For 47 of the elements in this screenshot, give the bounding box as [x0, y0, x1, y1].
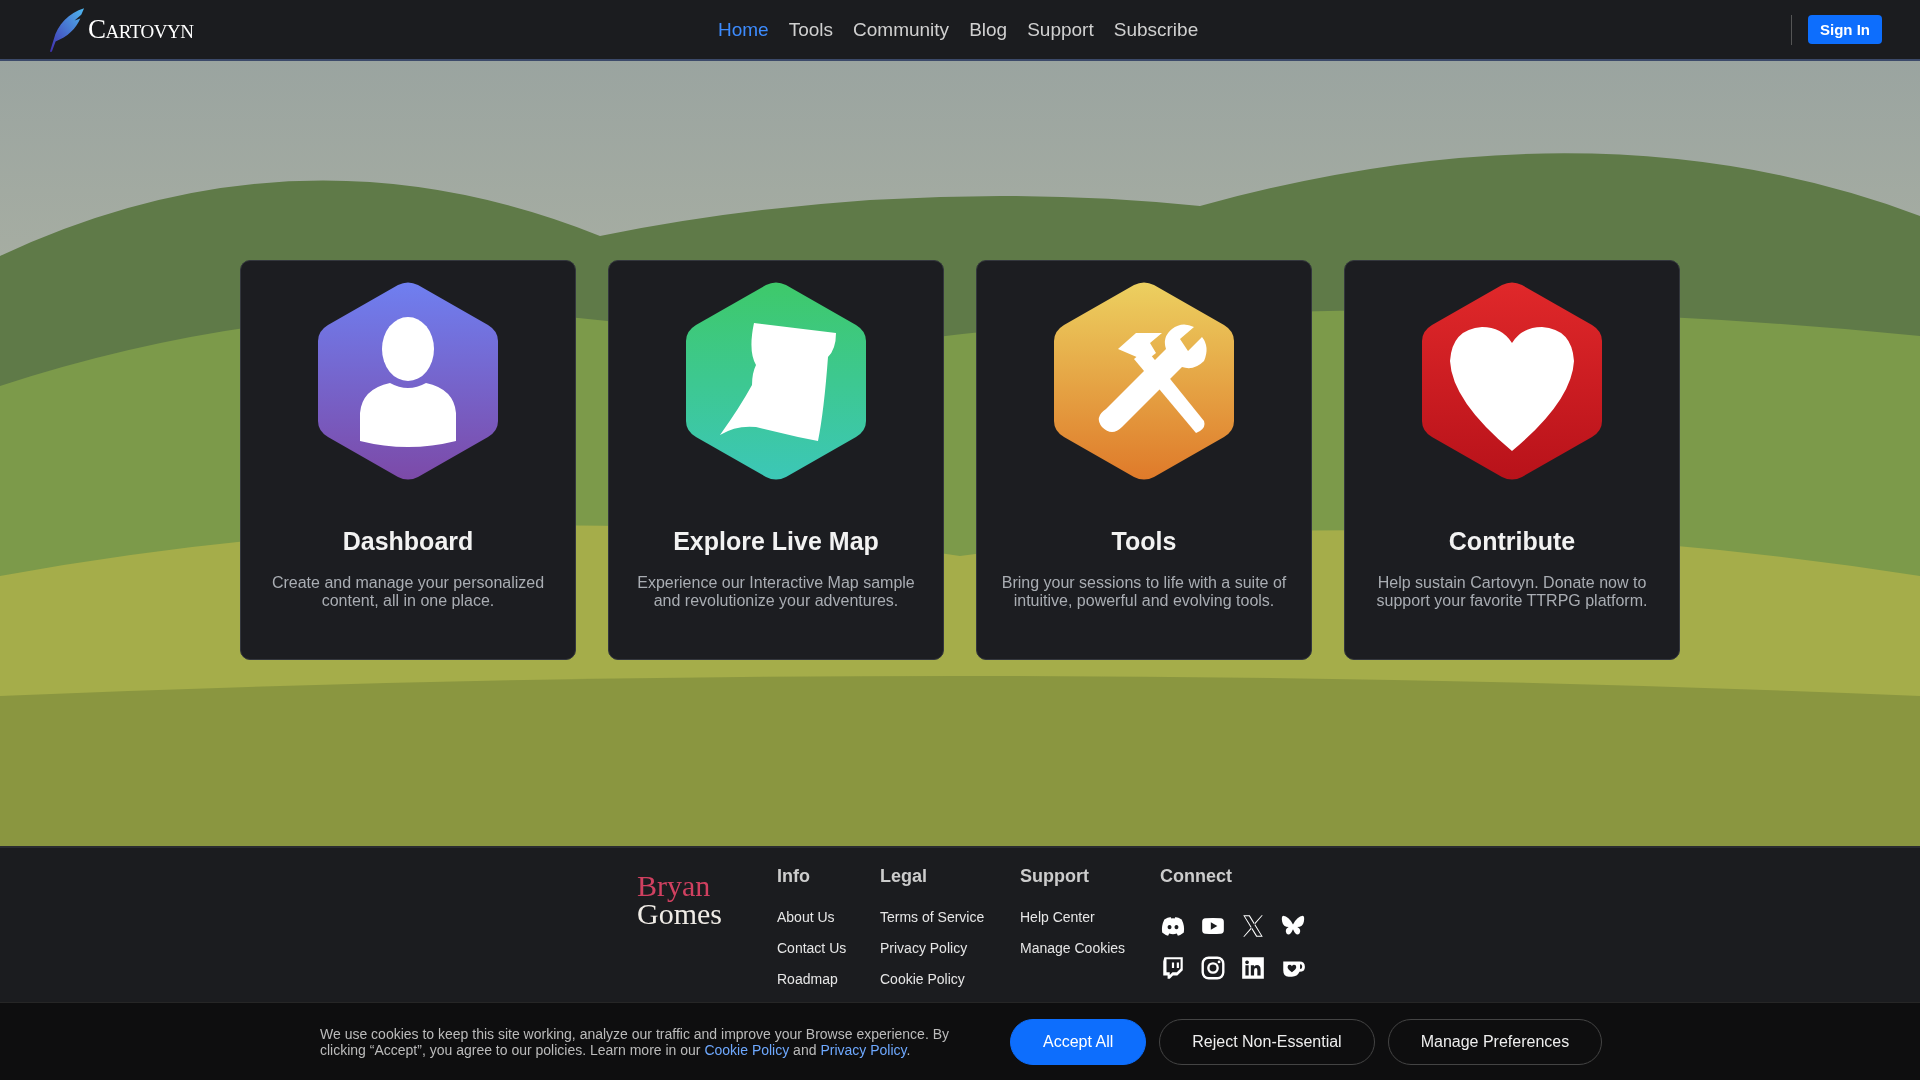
footer-heading: Support [1020, 866, 1090, 887]
feature-card[interactable]: Contribute Help sustain Cartovyn. Donate now to support your favorite TTRPG platform. [1344, 260, 1680, 661]
cookie-notice: We use cookies to keep this site working, analyze our traffic and improve your Browse experience. By clicking “Accept”, you agree to our policies. Learn more in our Cookie Policy and Privacy Policy. [320, 1025, 950, 1058]
footer-link[interactable]: Terms of Service [880, 909, 988, 925]
cartovyn-logo[interactable]: Cartovyn [48, 6, 194, 53]
nav-link[interactable]: Subscribe [1113, 19, 1199, 41]
feature-card[interactable]: Dashboard Create and manage your personalized content, all in one place. [240, 260, 576, 661]
tools-hexagon-icon [1054, 281, 1234, 482]
sign-in-button[interactable]: Sign In [1808, 15, 1882, 45]
footer-link[interactable]: About Us [777, 909, 848, 925]
cookie-button[interactable]: Manage Preferences [1387, 1018, 1603, 1065]
footer-link[interactable]: Cookie Policy [880, 971, 988, 987]
feather-icon [48, 6, 86, 53]
cookie-button[interactable]: Reject Non-Essential [1159, 1018, 1375, 1065]
footer-heading: Legal [880, 866, 928, 887]
nav-link[interactable]: Tools [788, 19, 834, 41]
cookie-policy-link[interactable]: Cookie Policy [704, 1041, 790, 1058]
nav-link[interactable]: Home [718, 19, 769, 41]
bryan-gomes-logo[interactable]: Bryan Gomes [637, 872, 777, 1002]
card-title: Tools [1111, 527, 1177, 557]
feature-card[interactable]: Tools Bring your sessions to life with a suite of intuitive, powerful and evolving tools. [976, 260, 1312, 661]
x-icon[interactable] [1240, 913, 1266, 939]
card-description: Create and manage your personalized content, all in one place. [270, 574, 546, 611]
nav-link[interactable]: Community [853, 19, 950, 41]
person-hexagon-icon [318, 281, 498, 482]
footer-link[interactable]: Privacy Policy [880, 940, 988, 956]
feature-card[interactable]: Explore Live Map Experience our Interactive Map sample and revolutionize your adventures. [608, 260, 944, 661]
cookie-button[interactable]: Accept All [1010, 1018, 1147, 1065]
card-title: Dashboard [342, 527, 474, 557]
nav-link[interactable]: Support [1027, 19, 1094, 41]
card-description: Help sustain Cartovyn. Donate now to support your favorite TTRPG platform. [1375, 574, 1649, 611]
heart-hexagon-icon [1422, 281, 1602, 482]
footer-heading: Connect [1160, 866, 1233, 887]
footer-link[interactable]: Help Center [1020, 909, 1128, 925]
footer-link[interactable]: Contact Us [777, 940, 848, 956]
linkedin-icon[interactable] [1240, 955, 1266, 981]
card-title: Explore Live Map [673, 527, 879, 557]
card-description: Experience our Interactive Map sample and revolutionize your adventures. [636, 574, 916, 611]
footer-link[interactable]: Roadmap [777, 971, 848, 987]
nav-link[interactable]: Blog [969, 19, 1008, 41]
card-title: Contribute [1448, 527, 1576, 557]
twitch-icon[interactable] [1160, 955, 1186, 981]
instagram-icon[interactable] [1200, 955, 1226, 981]
footer-link[interactable]: Manage Cookies [1020, 940, 1128, 956]
footer-heading: Info [777, 866, 811, 887]
card-description: Bring your sessions to life with a suite of intuitive, powerful and evolving tools. [1001, 574, 1287, 611]
scroll-hexagon-icon [686, 281, 866, 482]
